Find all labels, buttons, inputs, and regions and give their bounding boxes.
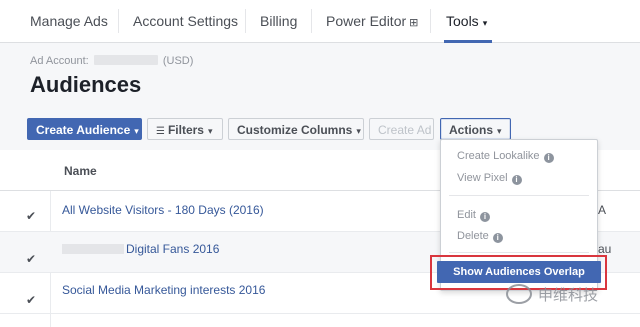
nav-tools[interactable]: Tools ▾ [446,0,487,42]
chevron-down-icon: ▾ [497,126,502,136]
customize-columns-label: Customize Columns [237,123,353,137]
nav-billing[interactable]: Billing [260,0,297,42]
checkbox-checked-icon[interactable]: ✔ [26,252,36,266]
menu-item-edit[interactable]: Edit i [457,209,490,222]
menu-item-label: Delete [457,230,489,242]
chevron-down-icon: ▾ [207,126,213,136]
watermark: 申维科技 [506,284,598,305]
account-prefix: Ad Account: [30,55,89,67]
account-name-redacted [93,55,158,65]
menu-divider [449,195,589,196]
info-icon: i [492,233,503,243]
create-audience-button[interactable]: Create Audience ▾ [27,118,142,140]
redacted-text [62,244,124,254]
actions-label: Actions [449,123,494,137]
audience-name-link[interactable]: Social Media Marketing interests 2016 [62,283,265,297]
nav-tools-label: Tools [446,13,479,29]
top-nav: Manage Ads Account Settings Billing Powe… [0,0,640,43]
audience-name-link[interactable]: Digital Fans 2016 [62,242,219,256]
chevron-down-icon: ▾ [356,126,361,136]
checkbox-checked-icon[interactable]: ✔ [26,209,36,223]
info-icon: i [479,212,490,222]
nav-active-indicator [444,40,492,43]
filters-label: Filters [167,123,204,137]
audience-name-link[interactable]: All Website Visitors - 180 Days (2016) [62,203,264,217]
column-header-name[interactable]: Name [64,164,97,178]
actions-button[interactable]: Actions ▾ [440,118,511,140]
truncated-cell: au [598,242,612,256]
menu-item-view-pixel[interactable]: View Pixel i [457,172,522,185]
menu-divider [449,252,589,253]
account-line: Ad Account: (USD) [30,55,193,67]
nav-manage-ads-label: Manage Ads [30,13,108,29]
info-icon: i [511,175,522,185]
filters-button[interactable]: ☰ Filters ▾ [147,118,223,140]
wechat-logo-icon [506,284,532,304]
truncated-cell: A [598,203,607,217]
create-audience-label: Create Audience [36,123,131,137]
nav-divider [245,9,246,33]
external-link-icon: ⊞ [409,17,419,29]
create-ad-button[interactable]: Create Ad [369,118,434,140]
menu-item-label: Create Lookalike [457,150,540,162]
nav-billing-label: Billing [260,13,298,29]
nav-power-editor[interactable]: Power Editor ⊞ [326,0,418,42]
menu-item-delete[interactable]: Delete i [457,230,503,243]
nav-power-editor-label: Power Editor [326,13,407,29]
nav-divider [430,9,431,33]
menu-item-label: View Pixel [457,172,508,184]
nav-divider [118,9,119,33]
chevron-down-icon: ▾ [134,126,139,136]
info-icon: i [543,153,554,163]
filter-icon: ☰ [156,126,165,137]
nav-account-settings-label: Account Settings [133,13,239,29]
menu-item-label: Edit [457,209,476,221]
customize-columns-button[interactable]: Customize Columns ▾ [228,118,364,140]
checkbox-checked-icon[interactable]: ✔ [26,293,36,307]
nav-divider [311,9,312,33]
nav-account-settings[interactable]: Account Settings [133,0,238,42]
watermark-text: 申维科技 [538,287,599,304]
create-ad-label: Create Ad [378,123,432,137]
page-title: Audiences [30,72,142,97]
chevron-down-icon: ▾ [482,18,488,28]
nav-manage-ads[interactable]: Manage Ads [30,0,108,42]
audience-name-text: Digital Fans 2016 [126,242,220,256]
menu-item-create-lookalike[interactable]: Create Lookalike i [457,150,554,163]
account-currency: (USD) [162,55,194,67]
